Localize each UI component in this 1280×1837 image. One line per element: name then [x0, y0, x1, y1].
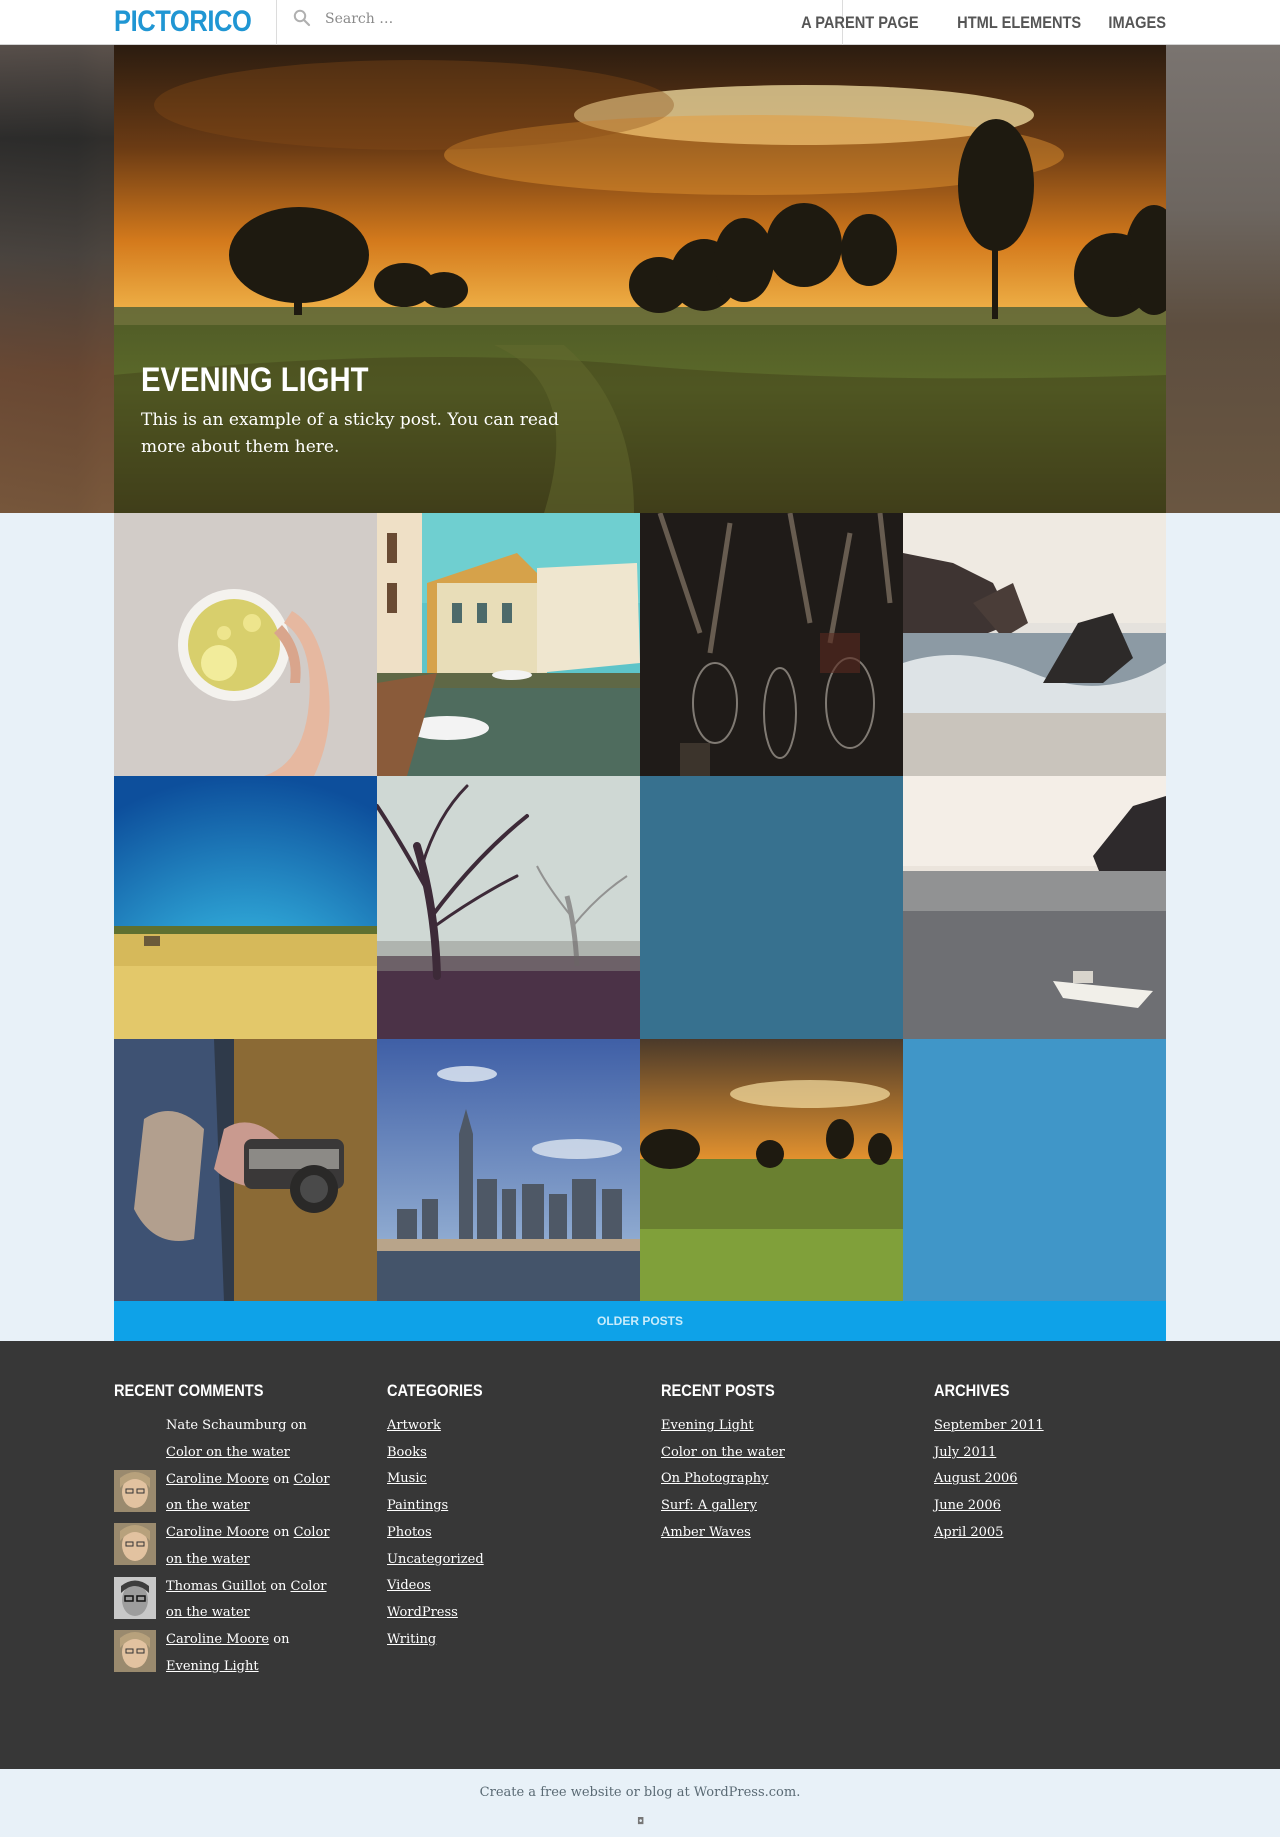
- avatar: [114, 1469, 156, 1512]
- post-tile-placeholder[interactable]: [640, 776, 903, 1039]
- recent-post-link[interactable]: Surf: A gallery: [661, 1498, 757, 1513]
- post-tile-wheat-field[interactable]: [114, 776, 377, 1039]
- avatar: [114, 1523, 156, 1565]
- category-link-books[interactable]: Books: [387, 1445, 427, 1460]
- boat-bay-photo: [903, 776, 1166, 1039]
- archive-link[interactable]: September 2011: [934, 1418, 1044, 1433]
- post-tile-camera-hands[interactable]: [114, 1039, 377, 1302]
- older-posts-button[interactable]: OLDER POSTS: [114, 1301, 1166, 1341]
- category-link-uncategorized[interactable]: Uncategorized: [387, 1552, 484, 1567]
- camera-hands-photo: [114, 1039, 377, 1302]
- hero-excerpt: This is an example of a sticky post. You…: [141, 410, 559, 457]
- search-input[interactable]: [325, 8, 825, 30]
- recent-posts-title: RECENT POSTS: [661, 1381, 775, 1400]
- comment-author[interactable]: Caroline Moore: [166, 1472, 269, 1487]
- post-tile-boat-bay[interactable]: [903, 776, 1166, 1039]
- evening-field-photo: [640, 1039, 903, 1302]
- comment-item: Caroline Moore on Evening Light: [114, 1627, 346, 1681]
- comment-author[interactable]: Caroline Moore: [166, 1632, 269, 1647]
- category-link-photos[interactable]: Photos: [387, 1525, 432, 1540]
- wordpress-small-icon: ◘: [637, 1817, 645, 1827]
- recent-comments-title: RECENT COMMENTS: [114, 1381, 264, 1400]
- primary-nav: A PARENT PAGE HTML ELEMENTS IMAGES: [782, 0, 1166, 45]
- archive-link[interactable]: August 2006: [934, 1471, 1018, 1486]
- archive-link[interactable]: April 2005: [934, 1525, 1003, 1540]
- canal-town-photo: [377, 513, 640, 776]
- post-tile-tools[interactable]: [640, 513, 903, 776]
- nav-item-a-parent-page[interactable]: A PARENT PAGE: [801, 13, 919, 33]
- featured-post-hero[interactable]: EVENING LIGHT This is an example of a st…: [114, 45, 1166, 513]
- post-tile-evening-field[interactable]: [640, 1039, 903, 1302]
- category-link-wordpress[interactable]: WordPress: [387, 1605, 458, 1620]
- wordpress-credit-link[interactable]: Create a free website or blog at WordPre…: [0, 1785, 1280, 1800]
- avatar: [114, 1576, 156, 1619]
- comment-item: Nate Schaumburg on Color on the water: [166, 1418, 307, 1460]
- nav-item-images[interactable]: IMAGES: [1108, 13, 1166, 33]
- recent-post-link[interactable]: Evening Light: [661, 1418, 754, 1433]
- comment-post-link[interactable]: Color on the water: [166, 1445, 290, 1460]
- post-tile-canal-town[interactable]: [377, 513, 640, 776]
- comment-item: Caroline Moore on Color on the water: [114, 1520, 346, 1574]
- comment-post-link[interactable]: Evening Light: [166, 1659, 259, 1674]
- archive-link[interactable]: June 2006: [934, 1498, 1001, 1513]
- hero-blur-right: [1166, 45, 1280, 513]
- comment-author: Nate Schaumburg: [166, 1418, 287, 1433]
- tools-photo: [640, 513, 903, 776]
- search-form: [276, 0, 843, 45]
- nav-item-html-elements[interactable]: HTML ELEMENTS: [957, 13, 1081, 33]
- site-logo[interactable]: PICTORICO: [114, 5, 252, 39]
- post-tile-city-skyline[interactable]: [377, 1039, 640, 1302]
- post-grid: [114, 513, 1166, 1302]
- recent-post-link[interactable]: Amber Waves: [661, 1525, 751, 1540]
- site-header: PICTORICO A PARENT PAGE HTML ELEMENTS IM…: [0, 0, 1280, 45]
- categories-title: CATEGORIES: [387, 1381, 483, 1400]
- comment-author[interactable]: Caroline Moore: [166, 1525, 269, 1540]
- category-link-paintings[interactable]: Paintings: [387, 1498, 448, 1513]
- post-tile-rocky-shore[interactable]: [903, 513, 1166, 776]
- categories-widget: CATEGORIES Artwork Books Music Paintings…: [387, 1381, 498, 1653]
- comment-author[interactable]: Thomas Guillot: [166, 1579, 266, 1594]
- recent-post-link[interactable]: Color on the water: [661, 1445, 785, 1460]
- archives-widget: ARCHIVES September 2011 July 2011 August…: [934, 1381, 1044, 1547]
- city-skyline-photo: [377, 1039, 640, 1302]
- category-link-artwork[interactable]: Artwork: [387, 1418, 441, 1433]
- hero-blur-left: [0, 45, 114, 513]
- search-icon[interactable]: [293, 9, 311, 27]
- tea-cup-photo: [114, 513, 377, 776]
- category-link-music[interactable]: Music: [387, 1471, 427, 1486]
- recent-post-link[interactable]: On Photography: [661, 1471, 769, 1486]
- rocky-shore-photo: [903, 513, 1166, 776]
- recent-posts-widget: RECENT POSTS Evening Light Color on the …: [661, 1381, 793, 1547]
- comment-item: Caroline Moore on Color on the water: [114, 1467, 346, 1521]
- archives-title: ARCHIVES: [934, 1381, 1010, 1400]
- hero-title[interactable]: EVENING LIGHT: [141, 361, 368, 400]
- category-link-writing[interactable]: Writing: [387, 1632, 436, 1647]
- footer-widgets: RECENT COMMENTS Nate Schaumburg on Color…: [0, 1341, 1280, 1769]
- post-tile-foggy-trees[interactable]: [377, 776, 640, 1039]
- post-tile-placeholder[interactable]: [903, 1039, 1166, 1302]
- recent-comments-widget: RECENT COMMENTS Nate Schaumburg on Color…: [114, 1381, 346, 1681]
- foggy-trees-photo: [377, 776, 640, 1039]
- post-tile-tea-cup[interactable]: [114, 513, 377, 776]
- archive-link[interactable]: July 2011: [934, 1445, 996, 1460]
- avatar: [114, 1630, 156, 1672]
- site-info: Create a free website or blog at WordPre…: [0, 1769, 1280, 1837]
- comment-item: Thomas Guillot on Color on the water: [114, 1574, 346, 1628]
- wheat-field-photo: [114, 776, 377, 1039]
- category-link-videos[interactable]: Videos: [387, 1578, 431, 1593]
